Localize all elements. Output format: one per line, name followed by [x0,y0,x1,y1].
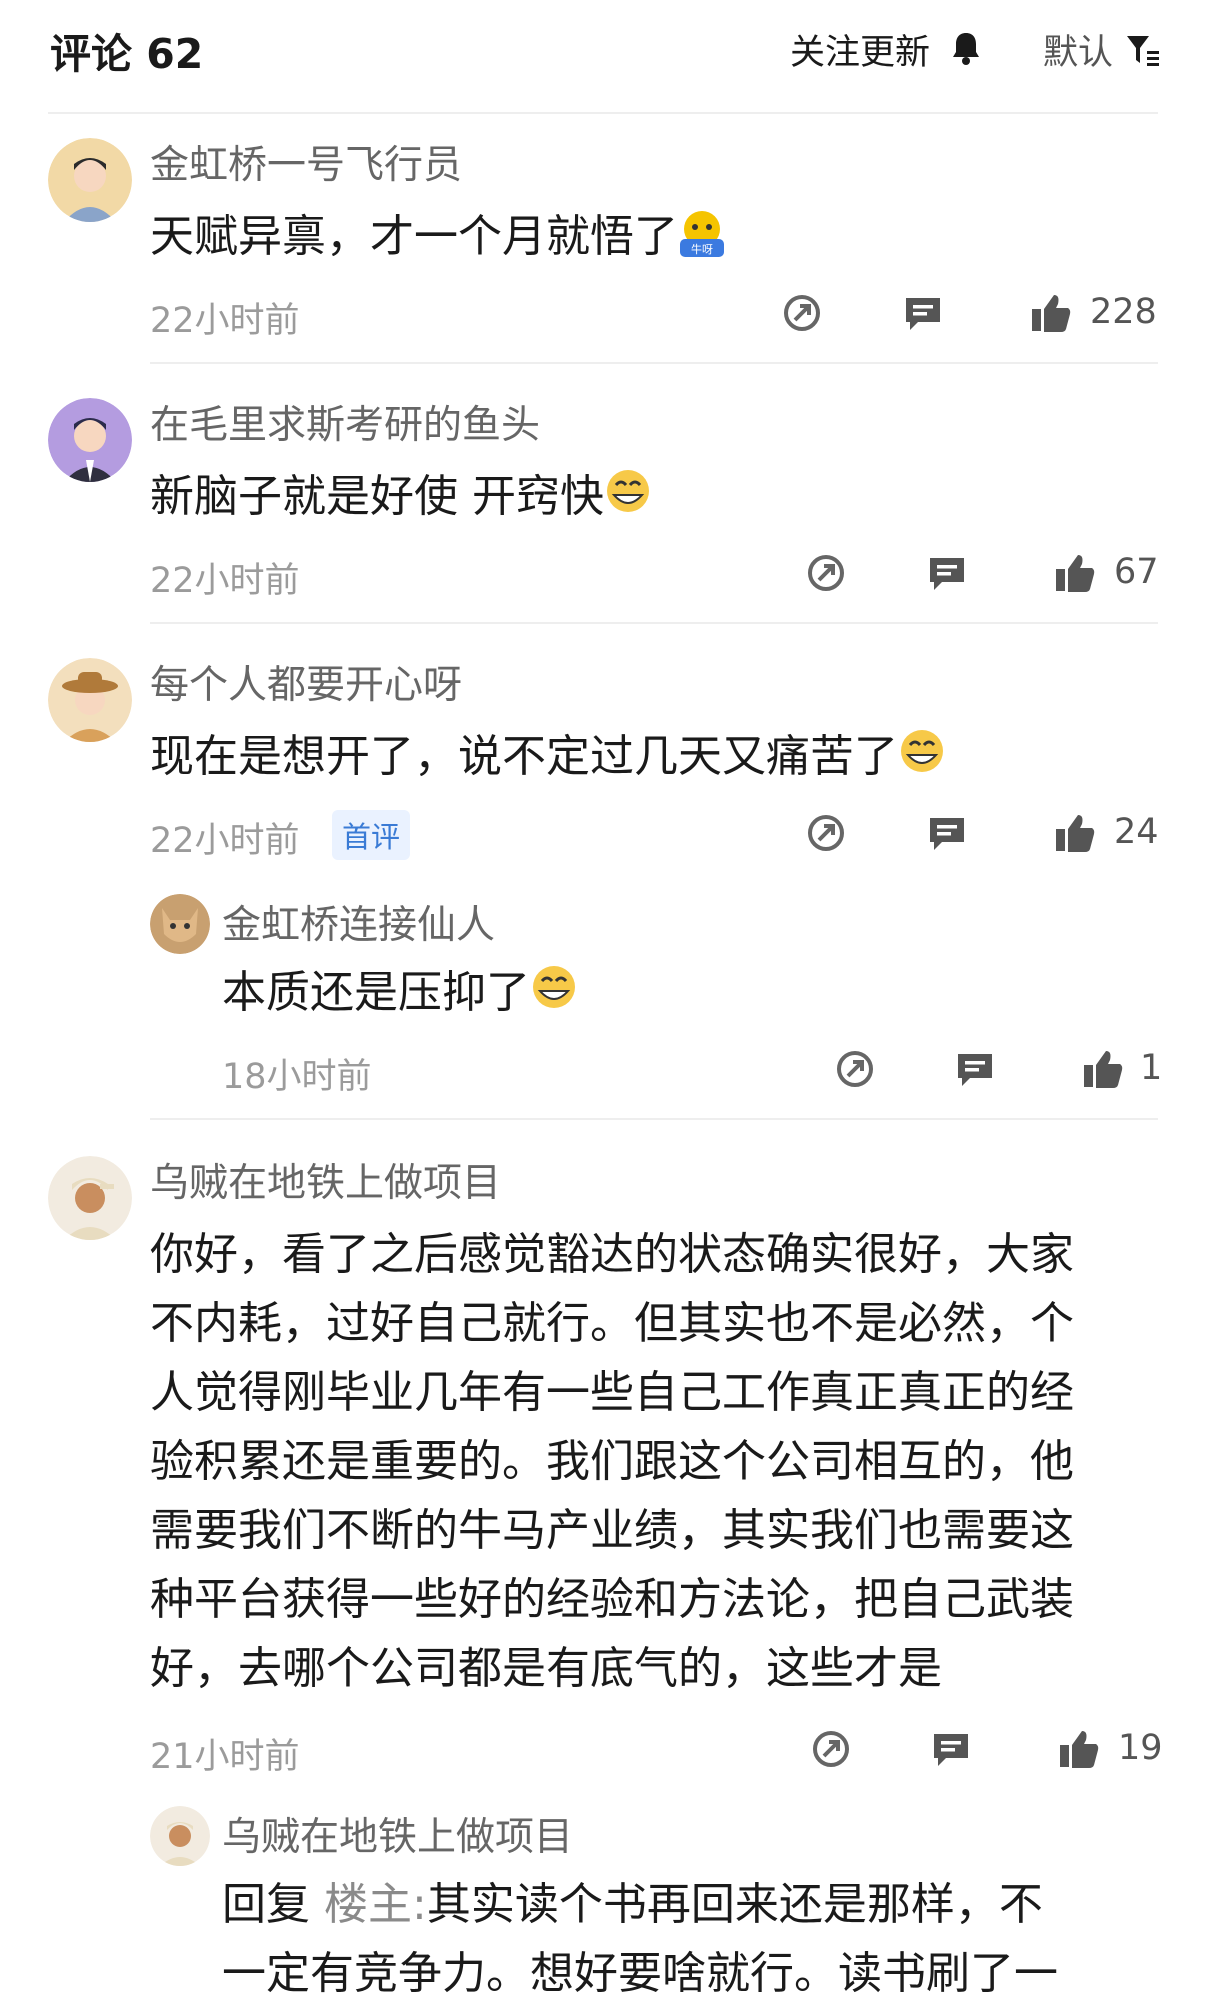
comment-text: 新脑子就是好使 开窍快 [150,462,652,531]
reply-icon[interactable] [902,292,944,334]
svg-text:牛呀: 牛呀 [691,242,713,256]
comment-text: 你好，看了之后感觉豁达的状态确实很好，大家 不内耗，过好自己就行。但其实也不是必… [150,1229,1074,1694]
comment-text: 现在是想开了，说不定过几天又痛苦了 [150,722,946,791]
user-avatar[interactable] [150,894,210,954]
user-avatar[interactable] [48,658,132,742]
comment-divider [150,1118,1158,1120]
comments-title: 评论 62 [50,30,204,78]
cow-emoji-icon: 牛呀 [680,211,724,257]
reply-target-link[interactable]: 楼主: [324,1879,427,1930]
reply-username[interactable]: 金虹桥连接仙人 [222,894,495,950]
share-icon[interactable] [805,812,847,854]
reply-icon[interactable] [930,1728,972,1770]
comment-username[interactable]: 在毛里求斯考研的鱼头 [150,394,540,450]
like-count: 1 [1140,1048,1163,1088]
like-count: 228 [1090,292,1157,332]
grin-emoji-icon [901,730,943,772]
like-count: 24 [1114,812,1159,852]
share-icon[interactable] [781,292,823,334]
like-count: 67 [1114,552,1159,592]
reply-icon[interactable] [926,552,968,594]
user-avatar[interactable] [48,1156,132,1240]
share-icon[interactable] [805,552,847,594]
comment-username[interactable]: 乌贼在地铁上做项目 [150,1152,501,1208]
reply-text: 本质还是压抑了 [222,958,578,1027]
reply-text: 回复 楼主:其实读个书再回来还是那样，不 一定有竞争力。想好要啥就行。读书刷了一 [222,1879,1058,1999]
comment-username[interactable]: 金虹桥一号飞行员 [150,134,462,190]
grin-emoji-icon [607,470,649,512]
reply-username[interactable]: 乌贼在地铁上做项目 [222,1806,573,1862]
comment-time: 22小时前 [150,561,300,601]
comment-time: 21小时前 [150,1737,300,1777]
comment-time: 22小时前 [150,821,300,861]
reply-icon[interactable] [954,1048,996,1090]
share-icon[interactable] [834,1048,876,1090]
share-icon[interactable] [810,1728,852,1770]
reply-icon[interactable] [926,812,968,854]
reply-time: 18小时前 [222,1057,372,1097]
header-divider [48,112,1158,114]
user-avatar[interactable] [48,398,132,482]
bell-icon[interactable] [950,30,982,66]
user-avatar[interactable] [48,138,132,222]
comment-username[interactable]: 每个人都要开心呀 [150,654,462,710]
like-icon[interactable] [1058,1728,1100,1770]
grin-emoji-icon [533,966,575,1008]
like-icon[interactable] [1054,812,1096,854]
like-icon[interactable] [1030,292,1072,334]
like-icon[interactable] [1054,552,1096,594]
like-count: 19 [1118,1728,1163,1768]
comment-text: 天赋异禀，才一个月就悟了 牛呀 [150,202,726,271]
sort-default-button[interactable]: 默认 [1043,24,1113,75]
filter-icon[interactable] [1125,33,1161,69]
follow-updates-button[interactable]: 关注更新 [790,24,930,75]
comment-time: 22小时前 [150,301,300,341]
comment-divider [150,622,1158,624]
comment-divider [150,362,1158,364]
first-comment-badge: 首评 [332,810,411,860]
like-icon[interactable] [1082,1048,1124,1090]
user-avatar[interactable] [150,1806,210,1866]
